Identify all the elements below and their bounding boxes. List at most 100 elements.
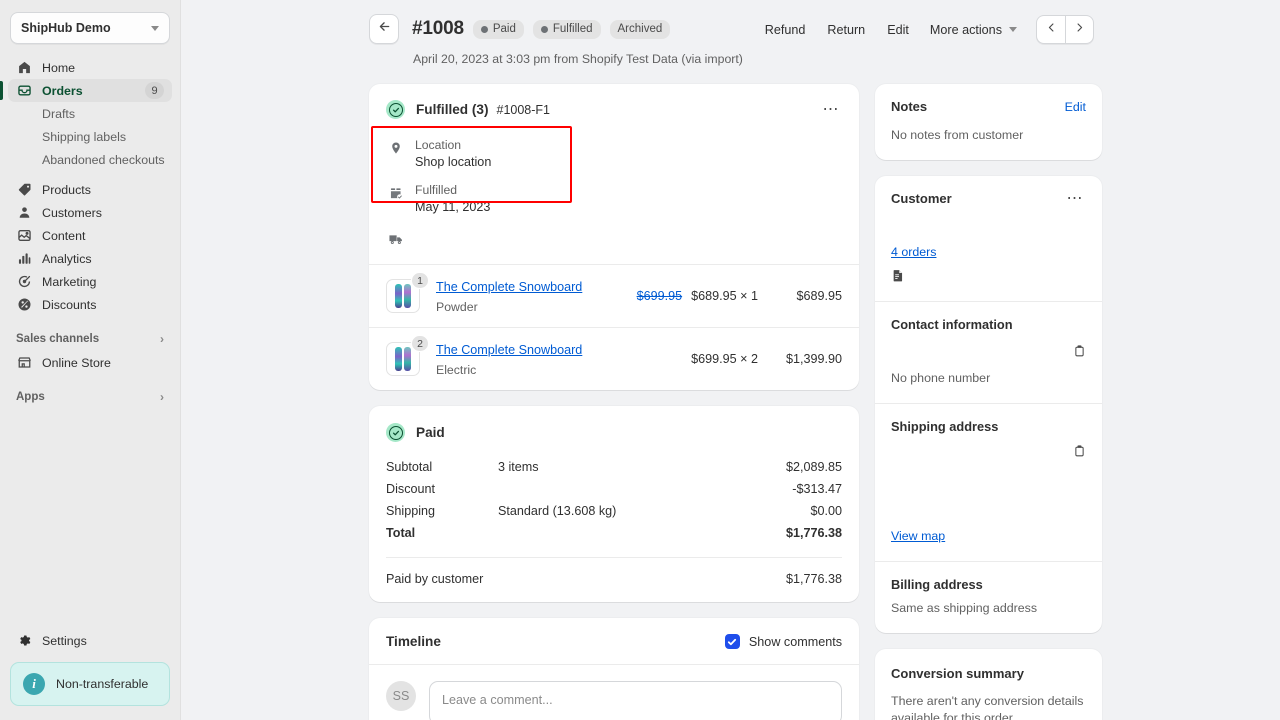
payment-row-shipping: Shipping Standard (13.608 kg) $0.00 [386,500,842,522]
payment-row-label: Discount [386,482,498,496]
sidebar-nav: Home Orders 9 Drafts Shipping labels Aba… [0,52,180,409]
line-item-row: 1 The Complete Snowboard Powder $699.95 … [369,264,859,327]
document-icon [891,268,1086,288]
contact-information-body: No phone number [875,332,1102,403]
copy-icon[interactable] [1073,444,1086,463]
payment-row-total: Total $1,776.38 [386,522,842,544]
sidebar-item-settings[interactable]: Settings [8,629,172,652]
sidebar-item-orders[interactable]: Orders 9 [8,79,172,102]
notes-edit-button[interactable]: Edit [1065,100,1086,114]
sidebar-subitem-label: Abandoned checkouts [42,153,165,167]
sidebar-item-online-store[interactable]: Online Store [8,351,172,374]
timeline-comment-area: SS Leave a comment... [369,664,859,720]
home-icon [16,60,33,76]
customer-title: Customer [891,191,952,206]
show-comments-checkbox[interactable] [725,634,740,649]
line-item-product-link[interactable]: The Complete Snowboard [436,343,582,357]
copy-icon[interactable] [1073,344,1086,363]
fulfillment-date-row: Fulfilled May 11, 2023 [386,178,842,223]
shipping-address-body: View map [875,434,1102,561]
status-badge-archived: Archived [610,20,671,39]
customer-orders-link[interactable]: 4 orders [891,245,936,259]
show-comments-toggle[interactable]: Show comments [725,634,842,649]
sidebar: ShipHub Demo Home Orders 9 Dra [0,0,181,720]
store-switcher-label: ShipHub Demo [21,21,151,35]
billing-address-value: Same as shipping address [875,592,1102,633]
check-circle-icon [386,423,405,442]
store-switcher[interactable]: ShipHub Demo [10,12,170,44]
sidebar-item-customers[interactable]: Customers [8,201,172,224]
line-item-unit-price: $689.95 × 1 [691,289,758,303]
nav-spacer [8,171,172,178]
shopify-admin-app: ShipHub Demo Home Orders 9 Dra [0,0,1280,720]
notes-title: Notes [891,99,927,114]
conversion-summary-title: Conversion summary [891,666,1024,681]
fulfillment-location-value: Shop location [415,153,491,171]
sidebar-item-discounts[interactable]: Discounts [8,293,172,316]
sidebar-item-content[interactable]: Content [8,224,172,247]
sidebar-group-label: Sales channels [16,333,99,345]
return-button[interactable]: Return [816,17,876,43]
sidebar-item-home[interactable]: Home [8,56,172,79]
marketing-icon [16,274,33,290]
content-columns: Fulfilled (3) #1008-F1 ⋯ Location [369,84,1094,720]
sidebar-group-apps[interactable]: Apps › [8,385,172,409]
sidebar-item-label: Home [42,61,75,75]
back-button[interactable] [369,14,399,44]
billing-address-section: Billing address Same as shipping address [875,561,1102,633]
next-order-button[interactable] [1065,15,1094,44]
line-item-unit-price: $699.95 × 2 [691,352,758,366]
status-badge-label: Fulfilled [553,23,593,35]
status-badge-fulfilled: Fulfilled [533,20,601,39]
sidebar-group-sales-channels[interactable]: Sales channels › [8,327,172,351]
chevron-right-icon: › [160,390,164,404]
fulfillment-location-text: Location Shop location [415,138,491,171]
shipping-address-spacer [891,464,1086,528]
payment-row-amount: $2,089.85 [786,460,842,474]
payment-row-discount: Discount -$313.47 [386,478,842,500]
view-map-link[interactable]: View map [891,529,945,543]
sidebar-item-label: Orders [42,84,83,98]
orders-icon [16,83,33,99]
non-transferable-label: Non-transferable [56,677,148,691]
person-icon [16,205,33,221]
tag-icon [16,182,33,198]
content-icon [16,228,33,244]
comment-input[interactable]: Leave a comment... [429,681,842,720]
sidebar-footer: Settings i Non-transferable [0,629,180,720]
main-content: #1008 Paid Fulfilled Archived [181,0,1280,720]
contact-information-section: Contact information [875,301,1102,403]
line-item-variant: Electric [436,363,682,377]
info-icon: i [23,673,45,695]
sidebar-item-marketing[interactable]: Marketing [8,270,172,293]
order-header-actions: Refund Return Edit More actions [754,15,1094,44]
payment-row-label: Shipping [386,504,498,518]
shipping-address-section: Shipping address [875,403,1102,561]
sidebar-item-shipping-labels[interactable]: Shipping labels [8,125,172,148]
shipping-address-row [891,442,1086,464]
fulfillment-menu-button[interactable]: ⋯ [821,103,843,117]
customer-body: 4 orders [875,206,1102,301]
customer-menu-button[interactable]: ⋯ [1065,192,1087,206]
order-pager [1036,15,1094,44]
sidebar-item-drafts[interactable]: Drafts [8,102,172,125]
line-item-product-link[interactable]: The Complete Snowboard [436,280,582,294]
refund-button[interactable]: Refund [754,17,817,43]
previous-order-button[interactable] [1036,15,1065,44]
line-item-row: 2 The Complete Snowboard Electric $699.9… [369,327,859,390]
edit-button[interactable]: Edit [876,17,920,43]
status-badge-label: Archived [618,23,663,35]
sidebar-item-abandoned-checkouts[interactable]: Abandoned checkouts [8,148,172,171]
line-item-pricing: $699.95 $689.95 × 1 [637,289,758,303]
sidebar-item-analytics[interactable]: Analytics [8,247,172,270]
payment-row-amount: -$313.47 [792,482,842,496]
status-dot-icon [481,26,488,33]
payment-row-detail: 3 items [498,460,786,474]
more-actions-button[interactable]: More actions [920,17,1027,43]
sidebar-item-label: Analytics [42,252,92,266]
payment-card: Paid Subtotal 3 items $2,089.85 Discount [369,406,859,602]
fulfillment-location-row: Location Shop location [386,133,842,178]
timeline-header: Timeline Show comments [369,618,859,664]
line-item-quantity-badge: 2 [411,335,429,352]
sidebar-item-products[interactable]: Products [8,178,172,201]
